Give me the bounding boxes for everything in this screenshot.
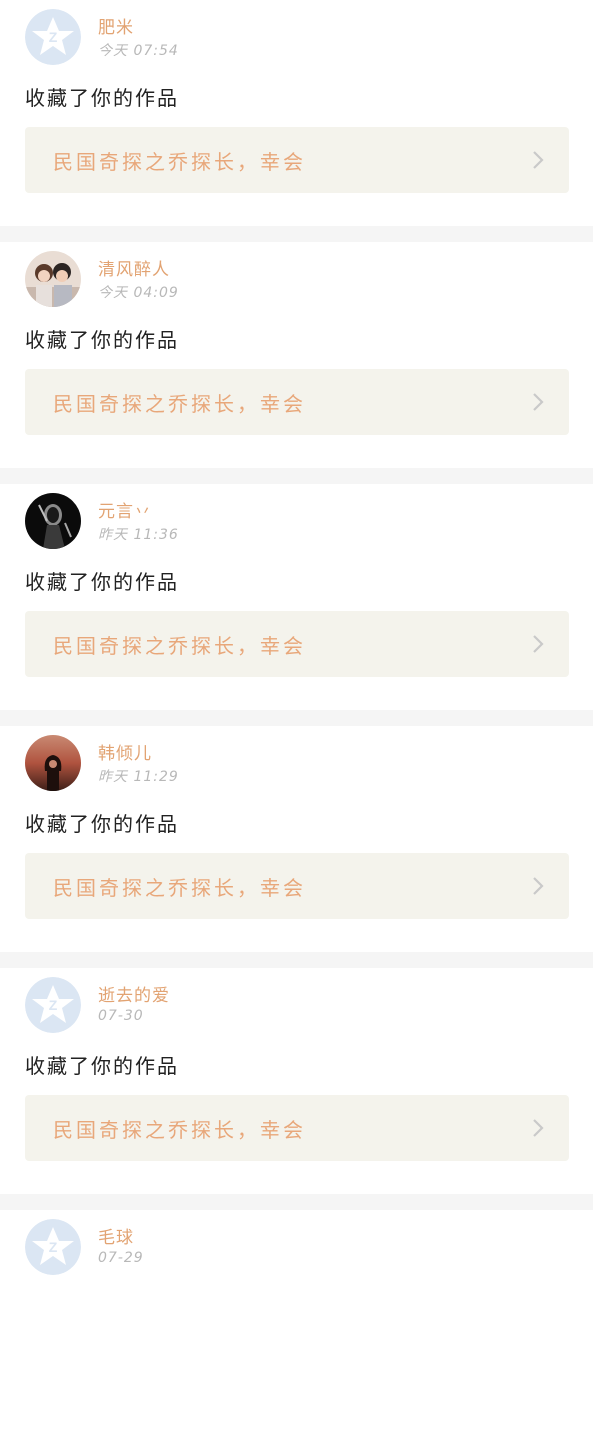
action-text: 收藏了你的作品 — [25, 570, 179, 594]
divider — [0, 226, 593, 242]
svg-text:Z: Z — [49, 29, 58, 45]
list-item: 韩倾儿 昨天 11:29 收藏了你的作品 民国奇探之乔探长，幸会 — [0, 726, 593, 952]
timestamp: 07-29 — [98, 1250, 144, 1266]
username[interactable]: 韩倾儿 — [98, 739, 152, 764]
default-avatar-icon: Z — [25, 9, 81, 65]
username[interactable]: 元言丷 — [98, 497, 152, 522]
list-item: 元言丷 昨天 11:36 收藏了你的作品 民国奇探之乔探长，幸会 — [0, 484, 593, 710]
list-item: 清风醉人 今天 04:09 收藏了你的作品 民国奇探之乔探长，幸会 — [0, 242, 593, 468]
divider — [0, 952, 593, 968]
work-link-card[interactable]: 民国奇探之乔探长，幸会 — [25, 127, 569, 193]
action-text: 收藏了你的作品 — [25, 812, 179, 836]
work-link-card[interactable]: 民国奇探之乔探长，幸会 — [25, 369, 569, 435]
chevron-right-icon — [533, 877, 544, 895]
chevron-right-icon — [533, 1119, 544, 1137]
username[interactable]: 清风醉人 — [98, 255, 170, 280]
svg-text:Z: Z — [49, 997, 58, 1013]
divider — [0, 710, 593, 726]
divider — [0, 1194, 593, 1210]
avatar[interactable] — [25, 735, 81, 791]
work-link-card[interactable]: 民国奇探之乔探长，幸会 — [25, 1095, 569, 1161]
avatar[interactable]: Z — [25, 9, 81, 65]
chevron-right-icon — [533, 635, 544, 653]
username[interactable]: 逝去的爱 — [98, 981, 170, 1006]
work-title: 民国奇探之乔探长，幸会 — [53, 391, 306, 416]
list-item: Z 毛球 07-29 — [0, 1210, 593, 1436]
work-title: 民国奇探之乔探长，幸会 — [53, 149, 306, 174]
work-link-card[interactable]: 民国奇探之乔探长，幸会 — [25, 853, 569, 919]
chevron-right-icon — [533, 151, 544, 169]
user-photo-icon — [25, 493, 81, 549]
avatar[interactable] — [25, 251, 81, 307]
timestamp: 今天 04:09 — [98, 285, 179, 301]
list-item: Z 逝去的爱 07-30 收藏了你的作品 民国奇探之乔探长，幸会 — [0, 968, 593, 1194]
work-title: 民国奇探之乔探长，幸会 — [53, 875, 306, 900]
work-title: 民国奇探之乔探长，幸会 — [53, 1117, 306, 1142]
username[interactable]: 肥米 — [98, 13, 134, 38]
user-photo-icon — [25, 251, 81, 307]
avatar[interactable]: Z — [25, 977, 81, 1033]
divider — [0, 468, 593, 484]
action-text: 收藏了你的作品 — [25, 1054, 179, 1078]
avatar[interactable]: Z — [25, 1219, 81, 1275]
svg-text:Z: Z — [49, 1239, 58, 1255]
username[interactable]: 毛球 — [98, 1223, 134, 1248]
timestamp: 昨天 11:29 — [98, 769, 179, 785]
avatar[interactable] — [25, 493, 81, 549]
default-avatar-icon: Z — [25, 977, 81, 1033]
list-item: Z 肥米 今天 07:54 收藏了你的作品 民国奇探之乔探长，幸会 — [0, 0, 593, 226]
action-text: 收藏了你的作品 — [25, 328, 179, 352]
chevron-right-icon — [533, 393, 544, 411]
work-title: 民国奇探之乔探长，幸会 — [53, 633, 306, 658]
timestamp: 今天 07:54 — [98, 43, 179, 59]
activity-feed: Z 肥米 今天 07:54 收藏了你的作品 民国奇探之乔探长，幸会 清风醉人 今… — [0, 0, 593, 1436]
user-photo-icon — [25, 735, 81, 791]
work-link-card[interactable]: 民国奇探之乔探长，幸会 — [25, 611, 569, 677]
timestamp: 昨天 11:36 — [98, 527, 179, 543]
action-text: 收藏了你的作品 — [25, 86, 179, 110]
default-avatar-icon: Z — [25, 1219, 81, 1275]
timestamp: 07-30 — [98, 1008, 144, 1024]
